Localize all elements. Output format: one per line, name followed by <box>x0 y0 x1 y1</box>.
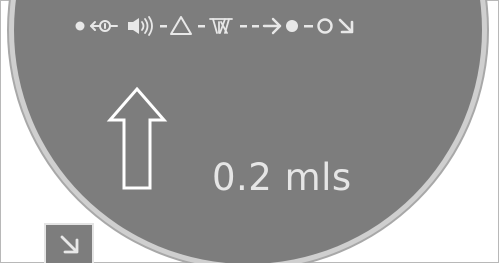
remote-transmitter-icon <box>90 20 118 32</box>
separator-dash <box>240 25 247 28</box>
separator-dash <box>198 25 205 28</box>
arrow-down-right-icon <box>60 235 79 254</box>
separator-dash <box>304 25 313 28</box>
speed-readout: 0.2 mls <box>212 156 352 199</box>
corner-toggle-button[interactable] <box>44 223 94 263</box>
warning-triangle-icon <box>170 16 192 35</box>
status-icon-row <box>70 12 450 38</box>
screen: 0.2 mls <box>0 0 499 263</box>
dot-icon <box>75 21 85 31</box>
ring-icon <box>317 18 333 34</box>
arrow-up-icon <box>106 86 168 192</box>
separator-dash <box>252 25 259 28</box>
separator-dash <box>160 25 167 28</box>
dot-icon <box>286 20 298 32</box>
arrow-right-icon <box>262 17 282 35</box>
lamp-icon <box>209 18 233 34</box>
arrow-down-right-icon <box>338 18 354 34</box>
speaker-icon <box>128 16 153 36</box>
